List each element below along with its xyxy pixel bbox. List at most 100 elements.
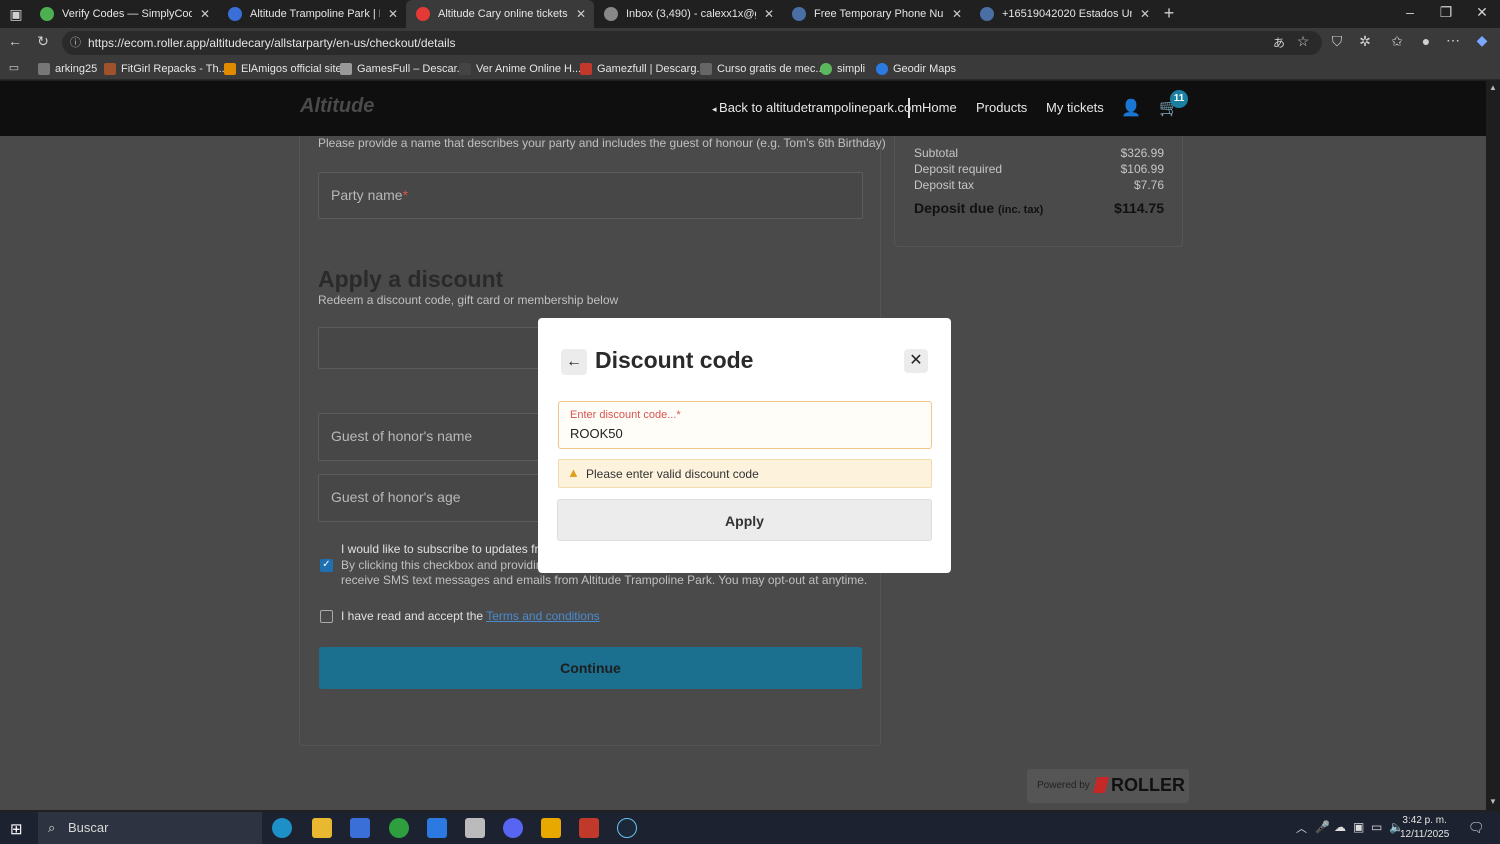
microphone-icon[interactable]: 🎤	[1315, 820, 1330, 834]
gmail-favicon-icon	[604, 7, 618, 21]
close-tab-icon[interactable]: ✕	[1140, 7, 1150, 21]
globe-favicon-icon	[980, 7, 994, 21]
taskbar-clock[interactable]: 3:42 p. m. 12/11/2025	[1400, 814, 1449, 842]
anime-icon	[459, 63, 471, 75]
chevron-up-icon[interactable]: ︿	[1296, 820, 1307, 836]
browser-tab[interactable]: +16519042020 Estados Unidos nu ✕	[970, 0, 1158, 28]
party-name-field[interactable]: Party name*	[318, 172, 863, 219]
site-logo[interactable]: Altitude	[300, 95, 374, 118]
discount-code-label: Enter discount code...*	[570, 409, 681, 421]
tray-app-icon[interactable]: ▣	[1353, 820, 1364, 834]
back-to-site-link[interactable]: ◂ Back to altitudetrampolinepark.com	[712, 100, 922, 115]
close-icon[interactable]: ✕	[904, 349, 928, 373]
game-app-icon[interactable]	[579, 818, 599, 838]
tab-actions-icon[interactable]: ▣	[8, 6, 24, 23]
address-bar-row: ← ↻ ⓘ https://ecom.roller.app/altitudeca…	[0, 28, 1500, 58]
bookmark-item[interactable]: simpli	[820, 61, 865, 77]
steam-icon[interactable]	[617, 818, 637, 838]
nav-home[interactable]: Home	[922, 100, 957, 115]
roller-logo-icon	[1092, 777, 1110, 793]
notifications-icon[interactable]: 🗨	[1468, 820, 1485, 836]
cloud-icon[interactable]: ☁	[1334, 820, 1346, 834]
browser-tab[interactable]: Verify Codes — SimplyCodes ✕	[30, 0, 218, 28]
restore-icon[interactable]: ❐	[1436, 4, 1456, 21]
bookmark-item[interactable]: arking25	[38, 61, 97, 77]
nav-divider	[908, 98, 910, 118]
mail-icon[interactable]	[427, 818, 447, 838]
discount-code-value: ROOK50	[570, 426, 623, 441]
subscribe-disclaimer-cont: receive SMS text messages and emails fro…	[341, 573, 868, 587]
site-info-icon[interactable]: ⓘ	[70, 31, 81, 55]
browser-tab[interactable]: Inbox (3,490) - calexx1x@gmail.co ✕	[594, 0, 782, 28]
user-icon[interactable]: 👤	[1121, 98, 1141, 118]
shield-icon[interactable]: ⛉	[1328, 33, 1346, 50]
favorites-icon[interactable]: ✩	[1388, 33, 1406, 50]
terms-label: I have read and accept the Terms and con…	[341, 609, 600, 623]
discord-icon[interactable]	[503, 818, 523, 838]
browser-tab-active[interactable]: Altitude Cary online tickets - Gue ✕	[406, 0, 594, 28]
map-pin-icon	[876, 63, 888, 75]
bookmark-item[interactable]: Gamezfull | Descarg...	[580, 61, 706, 77]
store-icon[interactable]	[350, 818, 370, 838]
back-icon[interactable]: ←	[6, 33, 24, 49]
network-icon[interactable]: ▭	[1371, 820, 1382, 834]
powered-by-roller: Powered by ROLLER	[1027, 769, 1189, 803]
bookmark-item[interactable]: FitGirl Repacks - Th...	[104, 61, 228, 77]
fitgirl-icon	[104, 63, 116, 75]
elamigos-icon	[224, 63, 236, 75]
bookmark-item[interactable]: Geodir Maps	[876, 61, 956, 77]
terms-checkbox[interactable]	[320, 610, 333, 623]
subscribe-label: I would like to subscribe to updates fro…	[341, 542, 556, 556]
translate-icon[interactable]: あ	[1270, 34, 1288, 51]
browser-tab[interactable]: Altitude Trampoline Park | Book a ✕	[218, 0, 406, 28]
favorite-star-icon[interactable]: ☆	[1294, 33, 1312, 50]
back-arrow-icon[interactable]: ←	[561, 349, 587, 375]
close-tab-icon[interactable]: ✕	[764, 7, 774, 21]
discount-subtitle: Redeem a discount code, gift card or mem…	[318, 293, 619, 307]
terms-link[interactable]: Terms and conditions	[486, 609, 599, 623]
xbox-icon[interactable]	[389, 818, 409, 838]
party-name-hint: Please provide a name that describes you…	[318, 136, 886, 150]
profile-avatar-icon[interactable]: ●	[1416, 33, 1436, 49]
windows-taskbar: ⊞ ⌕ Buscar ︿ 🎤 ☁ ▣ ▭ 🔈 3:42 p. m. 12/11/…	[0, 812, 1500, 844]
close-tab-icon[interactable]: ✕	[200, 7, 210, 21]
bookmark-item[interactable]: Curso gratis de mec...	[700, 61, 825, 77]
close-tab-icon[interactable]: ✕	[388, 7, 398, 21]
file-explorer-icon[interactable]	[312, 818, 332, 838]
altitude-favicon-icon	[228, 7, 242, 21]
rockstar-icon[interactable]	[541, 818, 561, 838]
bookmark-item[interactable]: GamesFull – Descar...	[340, 61, 466, 77]
taskbar-search[interactable]: ⌕ Buscar	[38, 812, 262, 844]
continue-button[interactable]: Continue	[319, 647, 862, 689]
reload-icon[interactable]: ↻	[34, 33, 52, 50]
roller-favicon-icon	[416, 7, 430, 21]
close-tab-icon[interactable]: ✕	[576, 7, 586, 21]
close-window-icon[interactable]: ✕	[1472, 4, 1492, 21]
scroll-down-icon[interactable]: ▼	[1489, 797, 1497, 806]
validation-warning: ▲ Please enter valid discount code	[558, 459, 932, 488]
apply-button[interactable]: Apply	[557, 499, 932, 541]
browser-tab[interactable]: Free Temporary Phone Number fo ✕	[782, 0, 970, 28]
bookmark-item[interactable]: Ver Anime Online H...	[459, 61, 581, 77]
windows-start-icon[interactable]: ⊞	[10, 820, 23, 838]
subscribe-checkbox[interactable]: ✓	[320, 559, 333, 572]
gamezfull-icon	[580, 63, 592, 75]
discount-code-input[interactable]: Enter discount code...* ROOK50	[558, 401, 932, 449]
copilot-icon[interactable]: ◆	[1472, 32, 1492, 49]
new-tab-icon[interactable]: +	[1160, 3, 1178, 24]
url-field[interactable]: ⓘ https://ecom.roller.app/altitudecary/a…	[62, 31, 1322, 55]
nav-products[interactable]: Products	[976, 100, 1027, 115]
close-tab-icon[interactable]: ✕	[952, 7, 962, 21]
more-menu-icon[interactable]: ⋯	[1444, 32, 1462, 49]
scroll-up-icon[interactable]: ▲	[1489, 83, 1497, 92]
deposit-due-row: Deposit due (inc. tax) $114.75	[914, 200, 1164, 216]
browser-tab-bar: ▣ Verify Codes — SimplyCodes ✕ Altitude …	[0, 0, 1500, 28]
nav-my-tickets[interactable]: My tickets	[1046, 100, 1104, 115]
edge-icon[interactable]	[272, 818, 292, 838]
page-scrollbar[interactable]: ▲ ▼	[1486, 81, 1500, 810]
collections-icon[interactable]: ▭	[6, 61, 22, 74]
extensions-icon[interactable]: ✲	[1356, 33, 1374, 50]
minimize-icon[interactable]: –	[1400, 4, 1420, 20]
bookmark-item[interactable]: ElAmigos official site	[224, 61, 342, 77]
app-icon[interactable]	[465, 818, 485, 838]
